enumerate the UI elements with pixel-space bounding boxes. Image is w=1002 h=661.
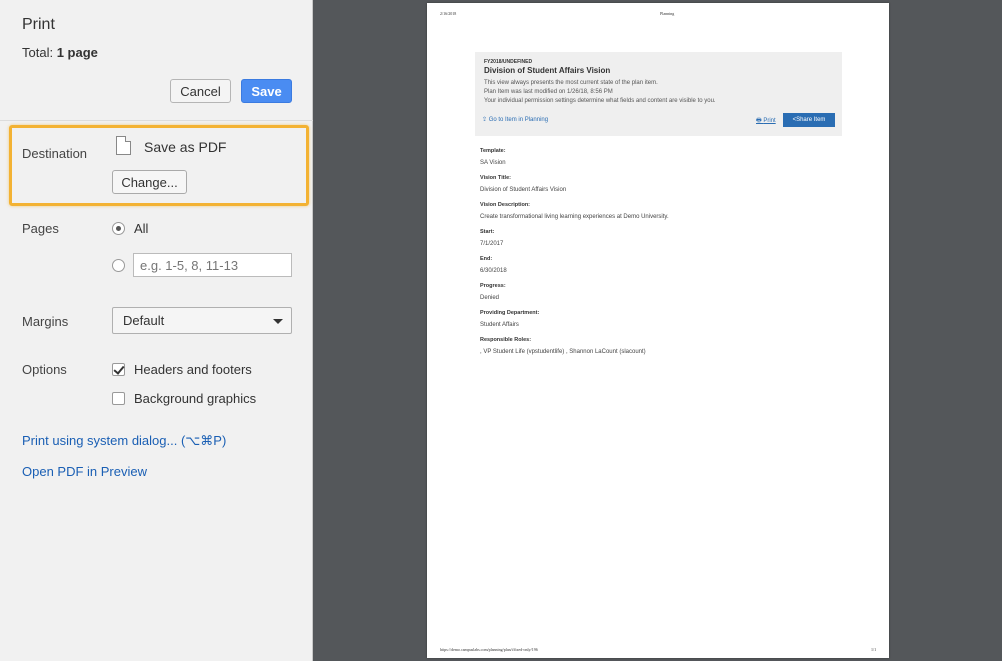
field-value: 7/1/2017 xyxy=(480,241,504,247)
options-label: Options xyxy=(22,362,67,377)
background-graphics-checkbox[interactable] xyxy=(112,392,125,405)
field-label: Providing Department: xyxy=(480,310,540,316)
page-header-date: 2/16/2018 xyxy=(440,11,457,16)
field-value: SA Vision xyxy=(480,160,506,166)
field-label: Template: xyxy=(480,148,506,154)
print-link-label: Print xyxy=(763,118,776,124)
field-value: Create transformational living learning … xyxy=(480,214,669,220)
fiscal-year: FY2018/UNDEFINED xyxy=(484,59,533,65)
cancel-button[interactable]: Cancel xyxy=(170,79,231,103)
save-button[interactable]: Save xyxy=(241,79,292,103)
total-value: 1 page xyxy=(56,45,98,60)
page-footer-url: https://demo.campuslabs.com/planning/pla… xyxy=(440,647,538,652)
info-line: This view always presents the most curre… xyxy=(484,80,658,86)
pages-custom-input[interactable] xyxy=(133,253,292,277)
info-line: Your individual permission settings dete… xyxy=(484,98,716,104)
field-value: Division of Student Affairs Vision xyxy=(480,187,567,193)
field-label: Vision Description: xyxy=(480,202,531,208)
document-icon xyxy=(116,136,131,155)
plan-info-box: FY2018/UNDEFINED Division of Student Aff… xyxy=(475,52,842,136)
pages-label: Pages xyxy=(22,221,59,236)
print-link: 🖶 Print xyxy=(756,118,776,124)
share-item-button: < Share Item xyxy=(783,113,835,127)
headers-footers-label: Headers and footers xyxy=(134,362,252,377)
field-value: Denied xyxy=(480,295,500,301)
background-graphics-label: Background graphics xyxy=(134,391,257,406)
field-label: Vision Title: xyxy=(480,175,511,181)
margins-selected: Default xyxy=(123,313,165,328)
total-pages: Total: 1 page xyxy=(22,45,98,60)
pages-all-radio[interactable] xyxy=(112,222,125,235)
margins-label: Margins xyxy=(22,314,69,329)
print-settings-panel: Print Total: 1 page Cancel Save Destinat… xyxy=(0,0,313,661)
share-item-label: Share Item xyxy=(796,117,826,123)
page-header-title: Planning xyxy=(660,11,675,16)
field-value: Student Affairs xyxy=(480,322,519,328)
go-to-item-label: Go to Item in Planning xyxy=(488,117,549,123)
pages-custom-radio[interactable] xyxy=(112,259,125,272)
change-destination-button[interactable]: Change... xyxy=(112,170,187,194)
print-preview-page: 2/16/2018 Planning FY2018/UNDEFINED Divi… xyxy=(427,3,889,658)
total-label: Total: xyxy=(22,45,54,60)
destination-value: Save as PDF xyxy=(144,139,227,155)
field-value: 6/30/2018 xyxy=(480,268,507,274)
go-to-item-link: ⇪ Go to Item in Planning xyxy=(482,117,549,123)
field-label: Progress: xyxy=(480,283,506,289)
field-label: Start: xyxy=(480,229,495,235)
open-pdf-preview-link[interactable]: Open PDF in Preview xyxy=(22,464,147,479)
margins-select[interactable]: Default xyxy=(112,307,292,334)
headers-footers-checkbox[interactable] xyxy=(112,363,125,376)
field-label: Responsible Roles: xyxy=(480,337,532,343)
chevron-down-icon xyxy=(273,319,283,324)
field-label: End: xyxy=(480,256,493,262)
system-dialog-link[interactable]: Print using system dialog... (⌥⌘P) xyxy=(22,433,226,449)
page-footer-number: 1/1 xyxy=(871,647,877,652)
divider xyxy=(0,120,313,121)
print-title: Print xyxy=(22,16,55,33)
destination-label: Destination xyxy=(22,146,88,161)
info-line: Plan Item was last modified on 1/26/18, … xyxy=(484,89,613,95)
plan-title: Division of Student Affairs Vision xyxy=(484,66,611,75)
field-value: , VP Student Life (vpstudentlife) , Shan… xyxy=(480,349,646,355)
pages-all-label: All xyxy=(134,221,149,236)
